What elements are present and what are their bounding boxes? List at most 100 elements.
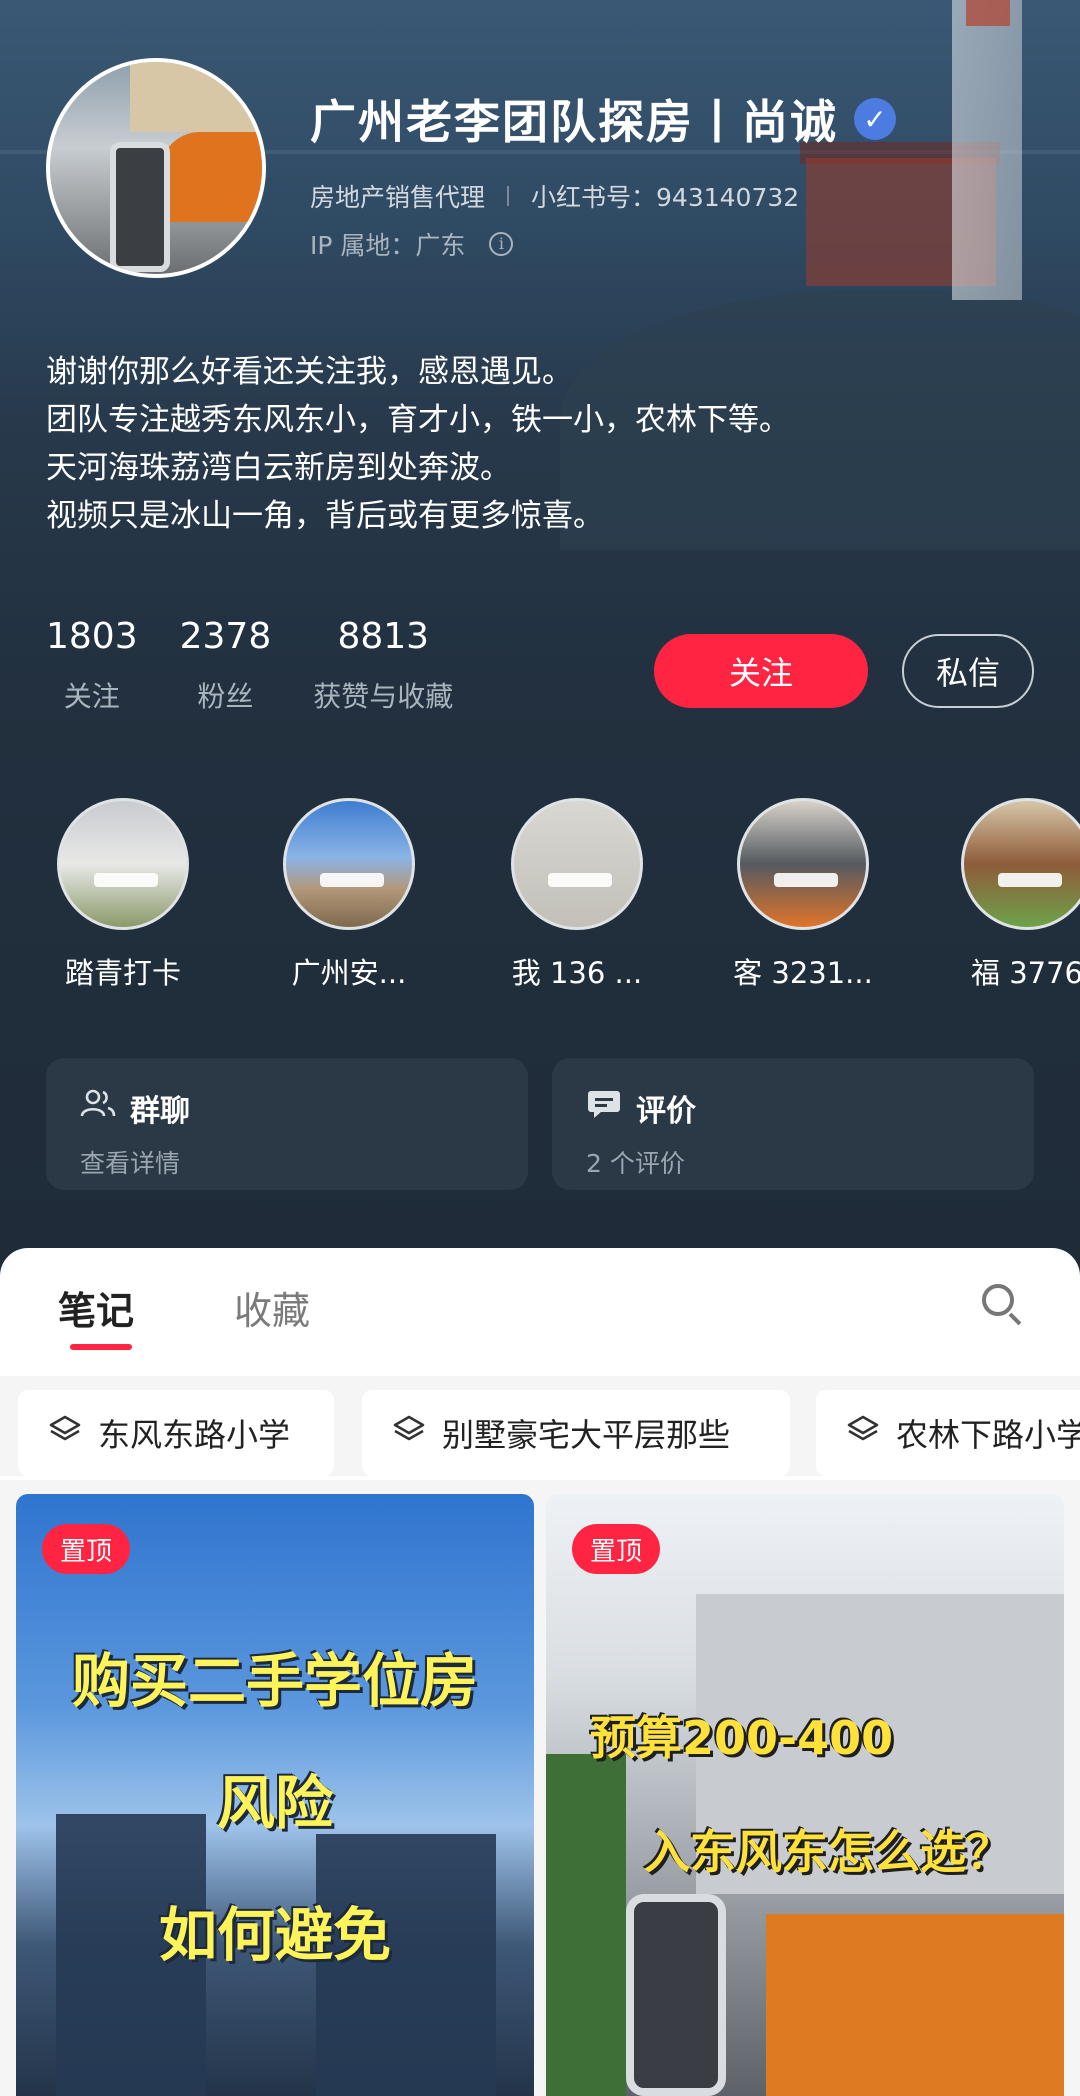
info-icon[interactable]: i: [489, 232, 514, 256]
collection-chip[interactable]: 别墅豪宅大平层那些: [362, 1390, 790, 1476]
card-subtitle: 查看详情: [80, 1149, 181, 1178]
group-icon: [80, 1088, 116, 1128]
highlight-cover: [961, 798, 1080, 930]
note-card[interactable]: 置顶 购买二手学位房 风险 如何避免: [16, 1494, 534, 2096]
cover-school-sign: [626, 1894, 726, 2096]
bio-line: 团队专注越秀东风东小，育才小，铁一小，农林下等。: [46, 402, 790, 438]
meta-divider: [507, 186, 510, 206]
pinned-badge: 置顶: [572, 1524, 661, 1574]
stat-value: 1803: [46, 616, 138, 657]
highlights-row: 踏青打卡 广州安... 我 136 ... 客 3231... 福 3776: [0, 798, 1080, 998]
verified-badge-icon: ✓: [854, 98, 896, 140]
highlight-label: 我 136 ...: [511, 956, 643, 990]
stat-following[interactable]: 1803 关注: [46, 616, 138, 715]
layers-icon-svg: [393, 1415, 425, 1441]
avatar-building: [130, 62, 262, 132]
highlight-item[interactable]: 客 3231...: [708, 798, 898, 992]
highlight-cover: [57, 798, 189, 930]
ip-row: IP 属地：广东 i: [310, 226, 514, 262]
bio-line: 谢谢你那么好看还关注我，感恩遇见。: [46, 354, 573, 390]
search-icon-handle: [1008, 1312, 1022, 1326]
tab-bar: 笔记 收藏: [0, 1248, 1080, 1354]
tab-collections[interactable]: 收藏: [234, 1280, 310, 1335]
note-card[interactable]: 置顶 预算200-400 入东风东怎么选？: [546, 1494, 1064, 2096]
layers-icon-svg: [49, 1415, 81, 1441]
highlight-label: 福 3776: [970, 956, 1080, 990]
meta-row: 房地产销售代理 小红书号：943140732: [310, 178, 799, 214]
stat-label: 关注: [63, 680, 120, 713]
avatar-orange-canopy: [160, 132, 262, 222]
collection-chip[interactable]: 农林下路小学: [816, 1390, 1080, 1476]
layers-icon: [846, 1414, 880, 1452]
search-icon[interactable]: [982, 1284, 1022, 1326]
notes-grid: 置顶 购买二手学位房 风险 如何避免 置顶 预算200-400 入东风东怎么选？: [0, 1480, 1080, 2096]
group-chat-card[interactable]: 群聊 查看详情: [46, 1058, 528, 1190]
layers-icon: [48, 1414, 82, 1452]
collection-label: 农林下路小学: [896, 1416, 1080, 1454]
message-button[interactable]: 私信: [902, 634, 1034, 708]
cover-text: 风险: [216, 1769, 333, 1837]
highlight-sign: [94, 873, 158, 887]
reviews-card[interactable]: 评价 2 个评价: [552, 1058, 1034, 1190]
pinned-badge: 置顶: [42, 1524, 131, 1574]
card-title: 评价: [636, 1094, 696, 1129]
collection-label: 别墅豪宅大平层那些: [442, 1416, 731, 1454]
avatar[interactable]: [46, 58, 266, 278]
highlight-item[interactable]: 福 3776: [932, 798, 1080, 992]
ip-location: IP 属地：广东: [310, 231, 466, 260]
stat-value: 8813: [337, 616, 430, 657]
search-icon-ring: [982, 1284, 1014, 1316]
occupation: 房地产销售代理: [310, 183, 486, 212]
highlight-cover: [737, 798, 869, 930]
follow-button[interactable]: 关注: [654, 634, 868, 708]
collection-label: 东风东路小学: [98, 1416, 291, 1454]
name-row: 广州老李团队探房丨尚诚 ✓: [310, 86, 896, 152]
highlight-sign: [548, 873, 612, 887]
highlight-sign: [320, 873, 384, 887]
stat-likes-collects[interactable]: 8813 获赞与收藏: [313, 616, 453, 715]
stat-label: 获赞与收藏: [313, 680, 454, 713]
info-cards: 群聊 查看详情 评价 2 个评价: [46, 1058, 1034, 1190]
background-lighthouse: [952, 0, 1022, 300]
highlight-item[interactable]: 我 136 ...: [482, 798, 672, 992]
stat-followers[interactable]: 2378 粉丝: [180, 616, 272, 715]
collections-row: 东风东路小学 别墅豪宅大平层那些 农林下路小学: [0, 1376, 1080, 1476]
highlight-item[interactable]: 广州安...: [254, 798, 444, 992]
cover-text: 预算200-400: [590, 1711, 894, 1765]
highlight-label: 踏青打卡: [64, 956, 181, 990]
layers-icon-svg: [847, 1415, 879, 1441]
highlight-sign: [998, 873, 1062, 887]
card-title: 群聊: [130, 1094, 190, 1129]
collection-chip[interactable]: 东风东路小学: [18, 1390, 334, 1476]
profile-header: 广州老李团队探房丨尚诚 ✓ 房地产销售代理 小红书号：943140732 IP …: [0, 0, 1080, 1250]
bio: 谢谢你那么好看还关注我，感恩遇见。 团队专注越秀东风东小，育才小，铁一小，农林下…: [46, 348, 1046, 540]
redbook-id[interactable]: 小红书号：943140732: [531, 178, 799, 214]
active-tab-indicator: [70, 1344, 132, 1350]
bio-line: 天河海珠荔湾白云新房到处奔波。: [46, 450, 511, 486]
stats-row: 1803 关注 2378 粉丝 8813 获赞与收藏: [46, 616, 495, 715]
highlight-label: 广州安...: [291, 956, 407, 990]
comment-icon: [586, 1088, 622, 1128]
highlight-item[interactable]: 踏青打卡: [28, 798, 218, 992]
stat-value: 2378: [179, 616, 272, 657]
highlight-label: 客 3231...: [733, 956, 873, 990]
group-icon-svg: [80, 1089, 116, 1117]
tab-notes[interactable]: 笔记: [58, 1280, 134, 1335]
bio-line: 视频只是冰山一角，背后或有更多惊喜。: [46, 498, 604, 534]
avatar-school-sign: [110, 142, 170, 272]
cover-text: 入东风东怎么选？: [644, 1825, 1012, 1879]
card-title-row: 群聊: [80, 1086, 494, 1130]
content-panel: 笔记 收藏 东风东路小学 别墅豪宅大平层那些 农林下路小学 置顶 购买二手学位房…: [0, 1248, 1080, 2096]
cover-tree: [546, 1754, 626, 2096]
profile-name: 广州老李团队探房丨尚诚: [310, 95, 838, 149]
cover-text: 如何避免: [158, 1901, 391, 1969]
highlight-sign: [774, 873, 838, 887]
highlight-cover: [283, 798, 415, 930]
layers-icon: [392, 1414, 426, 1452]
card-subtitle: 2 个评价: [586, 1149, 685, 1178]
comment-icon-svg: [588, 1091, 620, 1118]
highlight-cover: [511, 798, 643, 930]
cover-canopy: [766, 1914, 1064, 2096]
background-lighthouse-top: [966, 0, 1010, 26]
card-title-row: 评价: [586, 1086, 1000, 1130]
